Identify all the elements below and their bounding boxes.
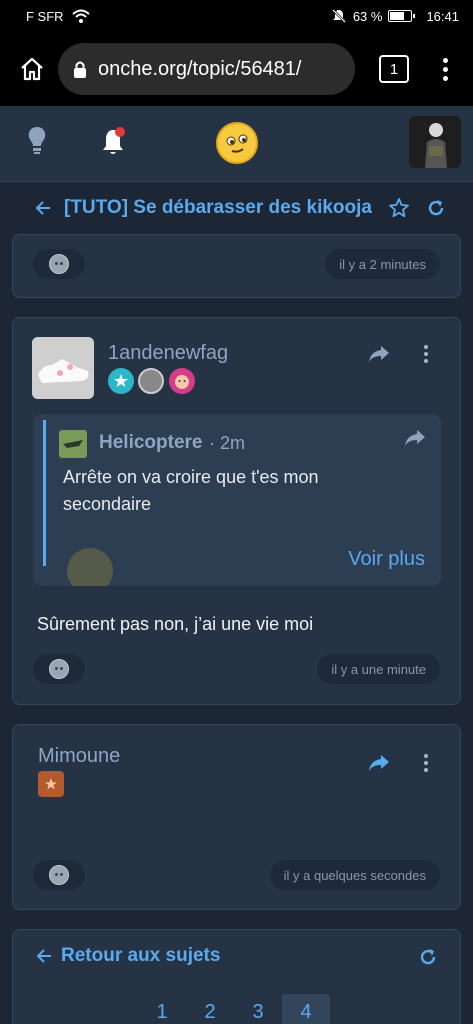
home-icon bbox=[21, 57, 43, 81]
page-link[interactable]: 1 bbox=[138, 994, 186, 1024]
user-avatar[interactable] bbox=[409, 116, 461, 168]
lightbulb-icon[interactable] bbox=[26, 124, 48, 158]
status-bar: F SFR 63 % 16:41 bbox=[0, 0, 473, 32]
url-text: onche.org/topic/56481/ bbox=[98, 57, 302, 80]
post-timestamp: il y a quelques secondes bbox=[269, 860, 440, 890]
avatar-image bbox=[409, 116, 461, 168]
more-options-icon[interactable] bbox=[424, 342, 428, 366]
rank-badge-icon bbox=[108, 368, 134, 394]
battery-percent: 63 % bbox=[352, 8, 383, 24]
notification-bell-icon[interactable] bbox=[100, 124, 130, 158]
reaction-button[interactable] bbox=[33, 249, 85, 279]
avatar-badge-icon bbox=[138, 368, 164, 394]
address-bar[interactable]: onche.org/topic/56481/ bbox=[58, 43, 355, 95]
star-icon[interactable] bbox=[388, 197, 410, 219]
more-options-icon[interactable] bbox=[424, 751, 428, 775]
wifi-icon bbox=[71, 9, 90, 23]
page-link[interactable]: 3 bbox=[234, 994, 282, 1024]
quote-bar bbox=[43, 420, 46, 566]
author-username[interactable]: 1andenewfag bbox=[108, 342, 228, 365]
page-link-active[interactable]: 4 bbox=[282, 994, 330, 1024]
embedded-image bbox=[67, 548, 113, 586]
browser-menu-button[interactable] bbox=[433, 57, 457, 81]
author-username[interactable]: Mimoune bbox=[38, 745, 120, 768]
baby-badge-icon bbox=[169, 368, 195, 394]
post-card: 1andenewfag Helicoptere · 2m Arrête on v… bbox=[12, 317, 461, 705]
browser-toolbar: onche.org/topic/56481/ 1 bbox=[0, 32, 473, 106]
quoted-message: Helicoptere · 2m Arrête on va croire que… bbox=[33, 414, 441, 586]
smiley-reaction-icon bbox=[49, 254, 69, 274]
back-to-topics-link[interactable]: Retour aux sujets bbox=[61, 945, 220, 967]
site-header bbox=[0, 106, 473, 182]
reaction-button[interactable] bbox=[33, 654, 85, 684]
sneaker-image bbox=[32, 337, 94, 399]
tab-switcher-button[interactable]: 1 bbox=[379, 55, 409, 83]
topic-title[interactable]: [TUTO] Se débarasser des kikooja bbox=[64, 197, 374, 219]
refresh-icon[interactable] bbox=[426, 198, 446, 218]
quote-time: · 2m bbox=[209, 433, 245, 453]
post-card: il y a 2 minutes bbox=[12, 234, 461, 298]
home-button[interactable] bbox=[16, 53, 48, 85]
smiley-reaction-icon bbox=[49, 659, 69, 679]
quote-author-avatar[interactable] bbox=[59, 430, 87, 458]
smiley-face-icon bbox=[226, 134, 248, 153]
quote-author[interactable]: Helicoptere bbox=[99, 432, 202, 454]
topic-header: [TUTO] Se débarasser des kikooja bbox=[0, 182, 473, 234]
post-timestamp: il y a 2 minutes bbox=[325, 249, 440, 279]
post-timestamp: il y a une minute bbox=[317, 654, 440, 684]
lock-icon bbox=[74, 61, 86, 78]
mute-bell-icon bbox=[331, 9, 346, 23]
quote-share-icon[interactable] bbox=[403, 428, 427, 448]
site-logo[interactable] bbox=[216, 122, 258, 164]
back-arrow-icon[interactable] bbox=[34, 200, 52, 216]
quote-text: Arrête on va croire que t'es mon seconda… bbox=[63, 467, 319, 514]
share-icon[interactable] bbox=[367, 753, 391, 773]
pagination: 1 2 3 4 bbox=[138, 994, 330, 1024]
page-link[interactable]: 2 bbox=[186, 994, 234, 1024]
author-avatar[interactable] bbox=[32, 337, 94, 399]
back-arrow-icon[interactable] bbox=[35, 948, 53, 964]
refresh-icon[interactable] bbox=[418, 947, 438, 967]
post-card: Mimoune il y a quelques secondes bbox=[12, 724, 461, 910]
carrier-label: F SFR bbox=[26, 8, 64, 24]
reaction-button[interactable] bbox=[33, 860, 85, 890]
smiley-reaction-icon bbox=[49, 865, 69, 885]
show-more-link[interactable]: Voir plus bbox=[348, 548, 425, 571]
clock: 16:41 bbox=[426, 8, 459, 24]
post-body: Sûrement pas non, j’ai une vie moi bbox=[37, 614, 314, 634]
bronze-badge-icon bbox=[38, 771, 64, 797]
share-icon[interactable] bbox=[367, 344, 391, 364]
battery-icon bbox=[388, 10, 416, 22]
